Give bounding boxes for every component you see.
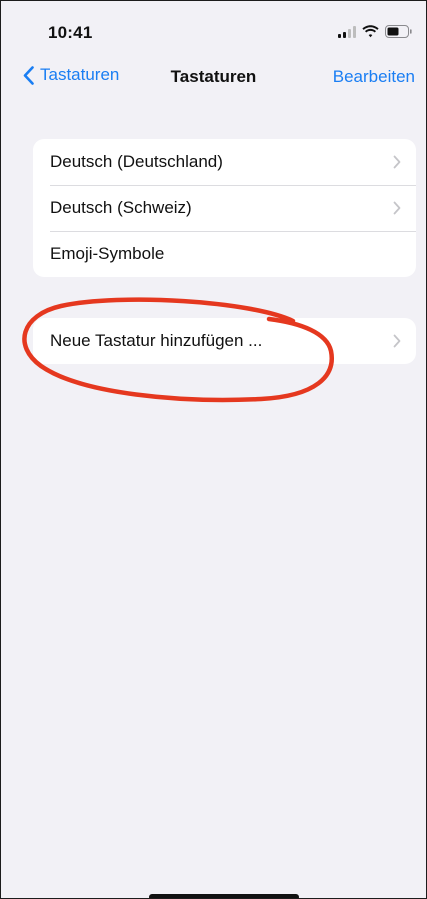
edit-button[interactable]: Bearbeiten [333,67,415,87]
keyboard-row-label: Deutsch (Deutschland) [50,152,223,171]
navigation-bar: Tastaturen Tastaturen Bearbeiten [1,59,426,95]
add-keyboard-label: Neue Tastatur hinzufügen ... [50,331,263,350]
keyboard-row-emoji[interactable]: Emoji-Symbole [33,231,416,277]
status-bar: 10:41 [1,1,426,63]
home-indicator [149,894,299,898]
chevron-right-icon [393,334,401,348]
chevron-right-icon [393,201,401,215]
status-time: 10:41 [48,23,93,42]
status-icons [338,25,412,38]
add-keyboard-button[interactable]: Neue Tastatur hinzufügen ... [33,318,416,364]
signal-icon [338,25,356,38]
battery-icon [385,25,412,38]
red-circle-annotation [22,297,334,403]
chevron-right-icon [393,155,401,169]
keyboard-row-label: Deutsch (Schweiz) [50,198,192,217]
settings-screen: 10:41 Tastaturen Tastaturen Bearbeiten D… [0,0,427,899]
keyboard-row-label: Emoji-Symbole [50,244,165,263]
wifi-icon [362,25,379,38]
keyboard-row-deutsch-deutschland[interactable]: Deutsch (Deutschland) [33,139,416,185]
keyboard-list: Deutsch (Deutschland) Deutsch (Schweiz) … [33,139,416,277]
keyboard-row-deutsch-schweiz[interactable]: Deutsch (Schweiz) [33,185,416,231]
add-keyboard-group: Neue Tastatur hinzufügen ... [33,318,416,364]
